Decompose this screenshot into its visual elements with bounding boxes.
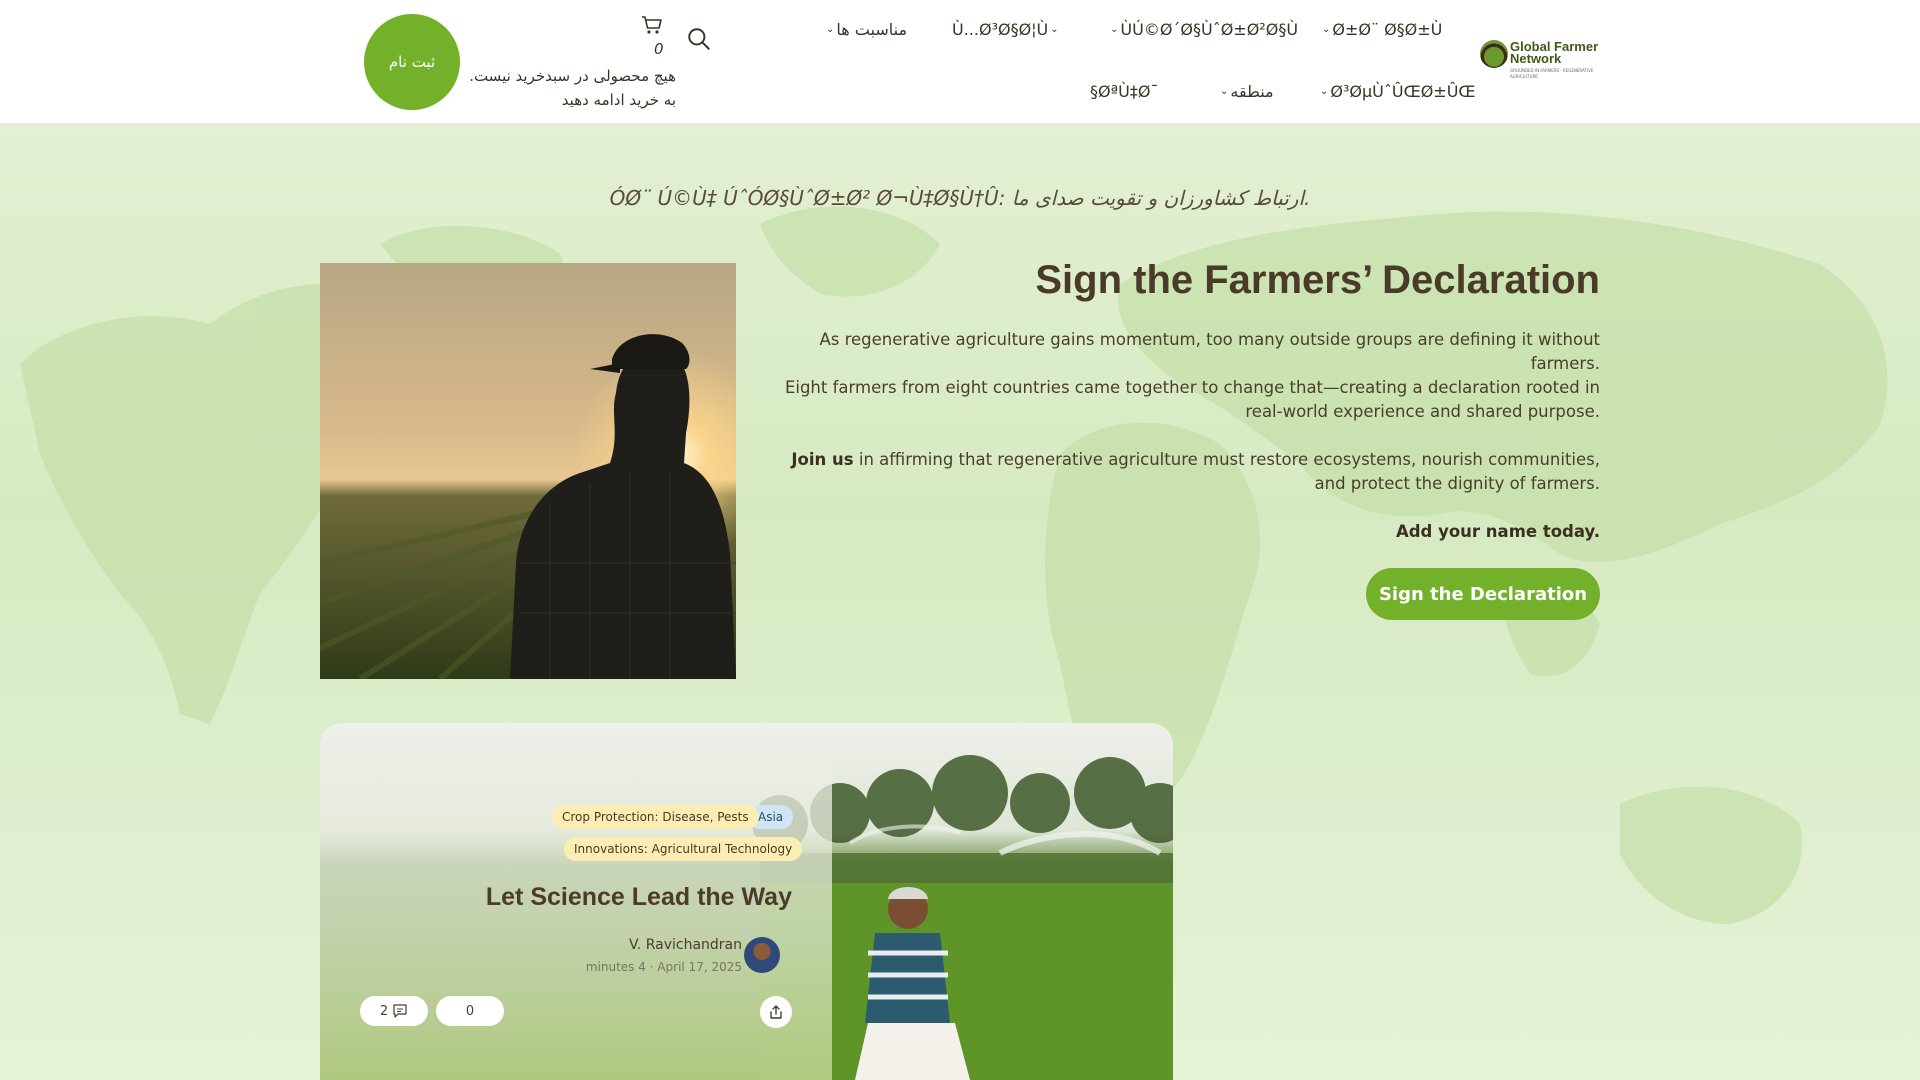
nav-item-label: Ù...Ø³Ø§Ø¦Ù (952, 20, 1049, 39)
sign-declaration-button[interactable]: Sign the Declaration (1366, 568, 1600, 620)
avatar[interactable] (744, 937, 780, 973)
site-logo[interactable]: Global Farmer Network GROUNDED IN FARMER… (1478, 36, 1604, 86)
logo-tagline: GROUNDED IN FARMERS · REGENERATIVE AGRIC… (1510, 68, 1594, 79)
add-name-cta-text: Add your name today. (1395, 522, 1600, 541)
chevron-down-icon: ⌄ (826, 24, 835, 35)
join-us-emphasis: Join us (791, 450, 854, 469)
likes-button[interactable]: 0 (436, 996, 504, 1026)
article-author[interactable]: V. Ravichandran (520, 937, 742, 953)
chevron-down-icon: ⌄ (1220, 86, 1229, 97)
share-icon (770, 1005, 782, 1019)
cart-count: 0 (654, 40, 664, 58)
chevron-down-icon: ⌄ (1050, 24, 1059, 35)
nav-item-label: Ø³ØµÙˆÛŒØ±ÛŒ (1330, 82, 1476, 101)
site-header: Global Farmer Network GROUNDED IN FARMER… (0, 0, 1920, 124)
continue-shopping-link[interactable]: به خرید ادامه دهید (440, 88, 676, 112)
article-meta: minutes 4 · April 17, 2025 (585, 960, 742, 974)
hero-paragraph-3: Join us in affirming that regenerative a… (780, 448, 1600, 496)
likes-count: 0 (465, 1003, 475, 1019)
logo-globe-icon (1480, 40, 1508, 68)
nav-item-label: منطقه (1230, 82, 1274, 101)
article-title[interactable]: Let Science Lead the Way (380, 883, 792, 912)
register-button[interactable]: ثبت نام (364, 14, 460, 110)
tag-topic[interactable]: Innovations: Agricultural Technology (564, 837, 803, 861)
nav-item-label: ÙÚ©Ø´Ø§ÙˆØ±Ø²Ø§Ù (1120, 20, 1299, 39)
cart-icon[interactable] (640, 14, 664, 36)
cart-empty-line1: هیچ محصولی در سبدخرید نیست. (469, 67, 676, 85)
article-card[interactable]: Asia Crop Protection: Disease, Pests Inn… (320, 723, 1173, 1080)
declaration-heading: Sign the Farmers’ Declaration (1035, 258, 1600, 302)
hero-paragraph-1: As regenerative agriculture gains moment… (819, 330, 1600, 373)
comments-count: 2 (379, 1003, 389, 1019)
nav-item-label: Ø±Ø¨ Ø§Ø±Ù (1332, 20, 1443, 39)
nav-item-region[interactable]: منطقه ⌄ (1220, 82, 1274, 101)
hero-paragraph-3-text: in affirming that regenerative agricultu… (853, 450, 1600, 493)
cart-empty-message: هیچ محصولی در سبدخرید نیست. به خرید ادام… (440, 64, 676, 112)
nav-item-events[interactable]: مناسبت ها ⌄ (826, 20, 907, 39)
nav-item-3[interactable]: Ù...Ø³Ø§Ø¦Ù ⌄ (952, 20, 1059, 39)
search-icon[interactable] (686, 26, 712, 52)
page-tagline: ÓØ¨ Ú©Ù‡ ÚˆÓØ§ÙˆØ±Ø² Ø¬Ù‡Ø§Ù†Û: ارتباط ک… (609, 186, 1311, 210)
hero-paragraph-4: Add your name today. (780, 520, 1600, 544)
chevron-down-icon: ⌄ (1110, 24, 1119, 35)
logo-text-line2: Network (1510, 51, 1562, 66)
nav-item-label: §ØªÙ‡Ø¯ (1090, 82, 1159, 101)
tag-topic[interactable]: Crop Protection: Disease, Pests (552, 805, 759, 829)
nav-item-7[interactable]: §ØªÙ‡Ø¯ (1090, 82, 1158, 101)
nav-item-2[interactable]: ⌄ ÙÚ©Ø´Ø§ÙˆØ±Ø²Ø§Ù (1110, 20, 1298, 39)
nav-item-5[interactable]: ⌄ Ø³ØµÙˆÛŒØ±ÛŒ (1320, 82, 1476, 101)
article-card-overlay (320, 751, 832, 1080)
nav-item-1[interactable]: ⌄ Ø±Ø¨ Ø§Ø±Ù (1322, 20, 1442, 39)
hero-paragraph-2: Eight farmers from eight countries came … (784, 378, 1600, 421)
chevron-down-icon: ⌄ (1320, 86, 1329, 97)
chevron-down-icon: ⌄ (1322, 24, 1331, 35)
comment-icon (393, 1004, 407, 1018)
nav-item-label: مناسبت ها (836, 20, 908, 39)
hero-farmer-photo (320, 263, 736, 679)
share-button[interactable] (760, 996, 792, 1028)
comments-button[interactable]: 2 (360, 996, 428, 1026)
